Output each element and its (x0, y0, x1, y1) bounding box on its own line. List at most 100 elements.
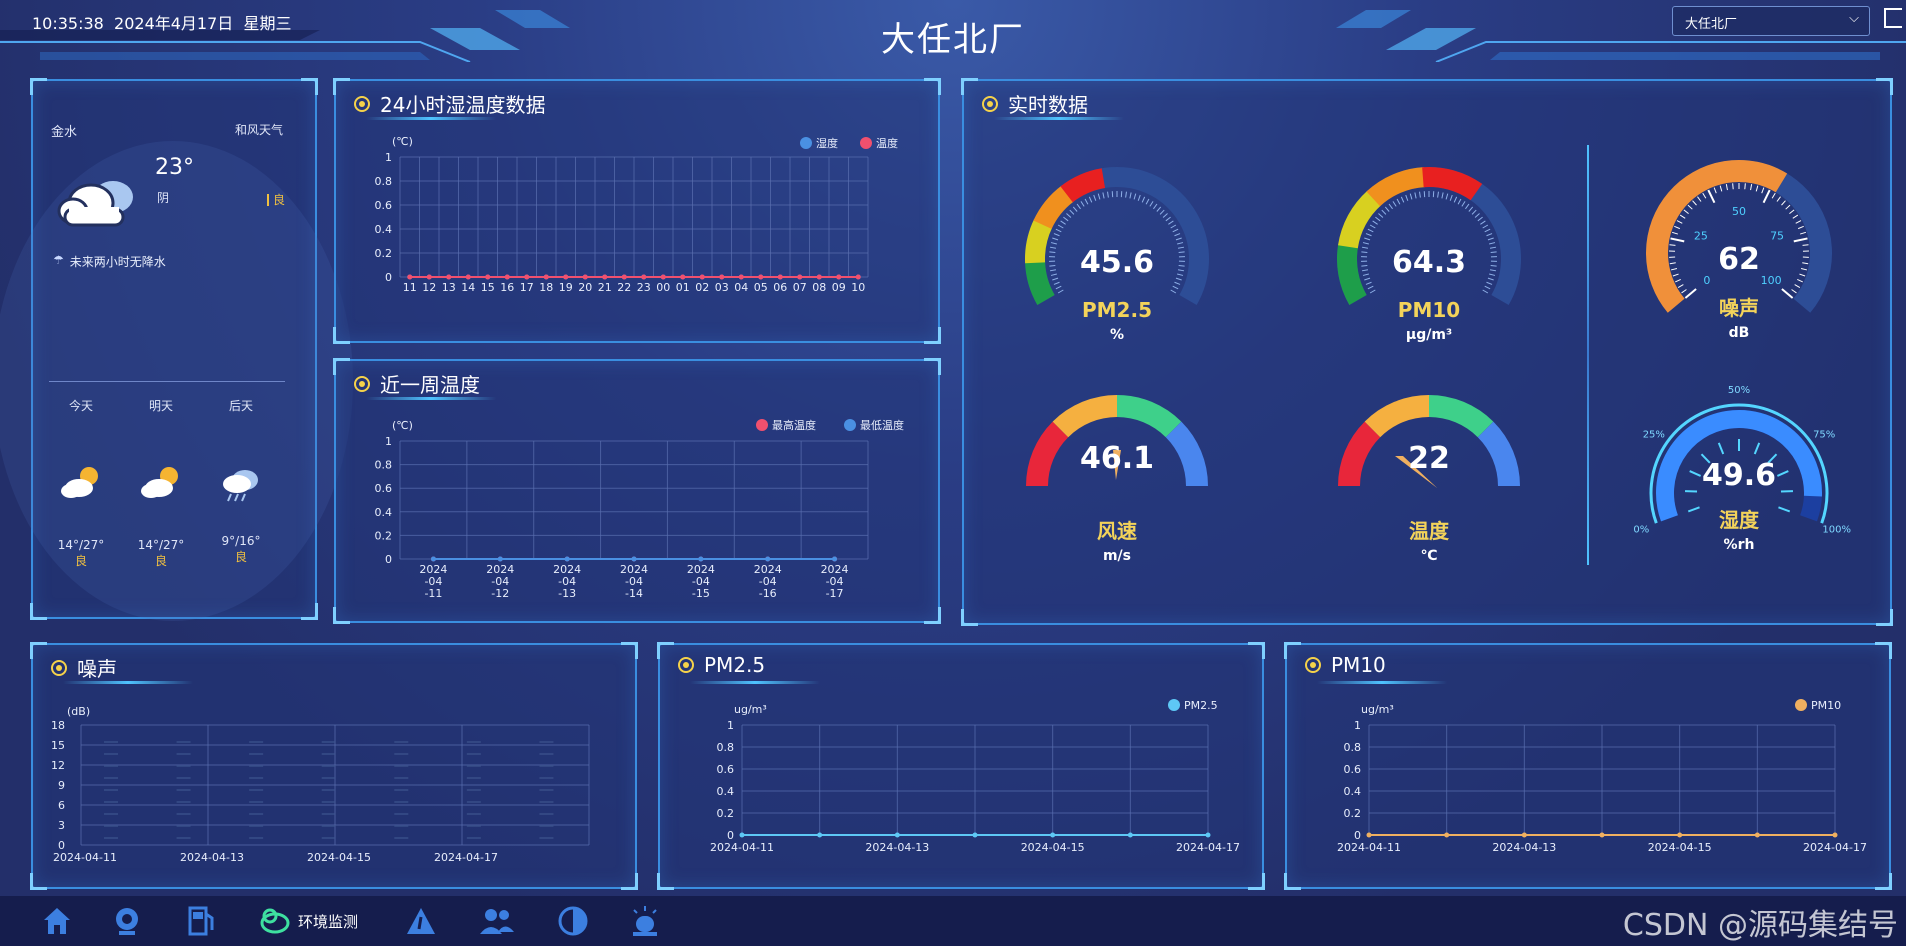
panel-title: PM10 (1305, 653, 1386, 677)
data-point (680, 274, 686, 280)
gauge-tick (1125, 191, 1127, 198)
x-tick-label: 13 (442, 281, 456, 294)
gauge-tick (1055, 285, 1062, 290)
y-tick-label: 0.6 (1344, 763, 1362, 776)
x-tick-label: 07 (793, 281, 807, 294)
gauge-tick (1753, 442, 1761, 455)
x-tick-label: 06 (773, 281, 787, 294)
gauge-tick (1175, 237, 1182, 241)
panel-title-text: PM2.5 (704, 653, 766, 677)
gauge-temp: 22 温度 ℃ (1338, 395, 1520, 564)
x-tick-label: 2024-04-11 (710, 841, 774, 854)
x-tick-label: 11 (403, 281, 417, 294)
panel-title: 近一周温度 (354, 369, 480, 398)
nav-users[interactable] (478, 902, 516, 940)
gauge-tick (1174, 281, 1181, 285)
gauge-label: PM2.5 (1082, 298, 1152, 322)
nav-environment[interactable]: 环境监测 (256, 902, 358, 940)
y-tick-label: 1 (1354, 719, 1361, 732)
gauge-tick (1361, 246, 1369, 249)
gauge-tick (1797, 278, 1803, 283)
gauge-tick (1097, 193, 1101, 200)
gauge-tick (1129, 192, 1132, 199)
gauge-tick (1477, 216, 1483, 222)
logout-icon[interactable] (1884, 8, 1902, 28)
gauge-tick (1484, 228, 1491, 233)
nav-alarm[interactable] (628, 902, 662, 940)
y-tick-label: 0.2 (717, 807, 735, 820)
rain-drop-icon: ☂ (53, 253, 64, 267)
data-point (894, 832, 900, 838)
panel-title-text: PM10 (1331, 653, 1386, 677)
gauge-tick (1093, 194, 1097, 201)
gauge-fill (1025, 219, 1053, 264)
x-tick-label: 05 (754, 281, 768, 294)
x-tick-label: 10 (851, 281, 865, 294)
gauge-tick (1762, 189, 1771, 204)
week-temp-panel: 近一周温度 (℃) 0 0.2 0.4 0.6 0.8 1 2024 -04 -11 2024 -04… (333, 358, 941, 624)
nav-label: 环境监测 (298, 912, 359, 931)
gauge-tick (1088, 196, 1093, 203)
gauge-tick (1057, 289, 1064, 294)
gauge-band (1026, 421, 1069, 487)
nav-camera[interactable] (110, 902, 144, 940)
gauge-tick (1445, 193, 1449, 200)
gauge-tick (1362, 273, 1369, 276)
y-axis-label: (dB) (67, 705, 90, 718)
weather-location: 金水 (51, 125, 78, 140)
y-tick-label: 12 (51, 759, 65, 772)
gauge-tick (1679, 214, 1686, 219)
forecast-range: 9°/16° (221, 534, 261, 548)
x-tick-label: 2024-04-13 (1492, 841, 1556, 854)
gauge-tick (1785, 204, 1791, 210)
precipitation-note: ☂ 未来两小时无降水 (53, 253, 166, 270)
gauge-tick (1487, 277, 1494, 281)
weather-condition: 阴 (157, 191, 170, 205)
gauge-tick (1177, 273, 1184, 276)
nav-stats[interactable] (556, 902, 590, 940)
nav-gas[interactable] (184, 902, 218, 940)
gauge-tick (1367, 228, 1374, 233)
data-point (1754, 832, 1760, 838)
x-tick-label: 15 (481, 281, 495, 294)
gauge-fill (1033, 185, 1075, 230)
y-tick-label: 0 (385, 271, 392, 284)
legend-label: PM10 (1811, 699, 1841, 712)
x-tick-label: 2024-04-11 (53, 851, 117, 864)
gauge-tick (1174, 233, 1181, 237)
gauge-tick (1137, 194, 1141, 201)
gauge-tick (1049, 269, 1057, 272)
data-point (1521, 832, 1527, 838)
x-tick-label: 23 (637, 281, 651, 294)
legend-marker (756, 419, 768, 431)
x-tick-label: 14 (461, 281, 475, 294)
data-point (855, 274, 861, 280)
y-axis-label: ug/m³ (1361, 703, 1394, 716)
panel-title-text: 噪声 (77, 657, 117, 681)
site-select[interactable]: 大任北厂 ⌵ (1672, 6, 1870, 36)
gauge-tick (1669, 244, 1676, 246)
gauge-tick (1375, 216, 1381, 222)
gauge-tick (1361, 264, 1368, 267)
nav-home[interactable] (40, 902, 74, 940)
gauge-tick (1168, 220, 1174, 225)
x-tick-label: 21 (598, 281, 612, 294)
gauge-tick (1487, 237, 1494, 241)
gauge-tick (1744, 183, 1746, 190)
data-point (582, 274, 588, 280)
gauge-tick (1755, 185, 1759, 192)
data-point (430, 556, 436, 562)
gauge-tick (1072, 206, 1078, 212)
data-point (836, 274, 842, 280)
gauge-tick (1802, 244, 1809, 246)
weather-panel: 金水 和风天气 23° 阴 良 ☂ 未来两小时无降水 今天 14°/27° 良 … (0, 78, 353, 621)
gauge-label: PM10 (1398, 298, 1460, 322)
x-tick-label: 18 (539, 281, 553, 294)
x-tick-label: 2024-04-13 (180, 851, 244, 864)
gauge-band (1364, 395, 1430, 438)
nav-warning[interactable] (404, 902, 438, 940)
gauge-value: 46.1 (1080, 441, 1154, 476)
gauge-tick (1669, 262, 1676, 265)
y-tick-label: 6 (58, 799, 65, 812)
gauge-tick (1672, 273, 1679, 277)
